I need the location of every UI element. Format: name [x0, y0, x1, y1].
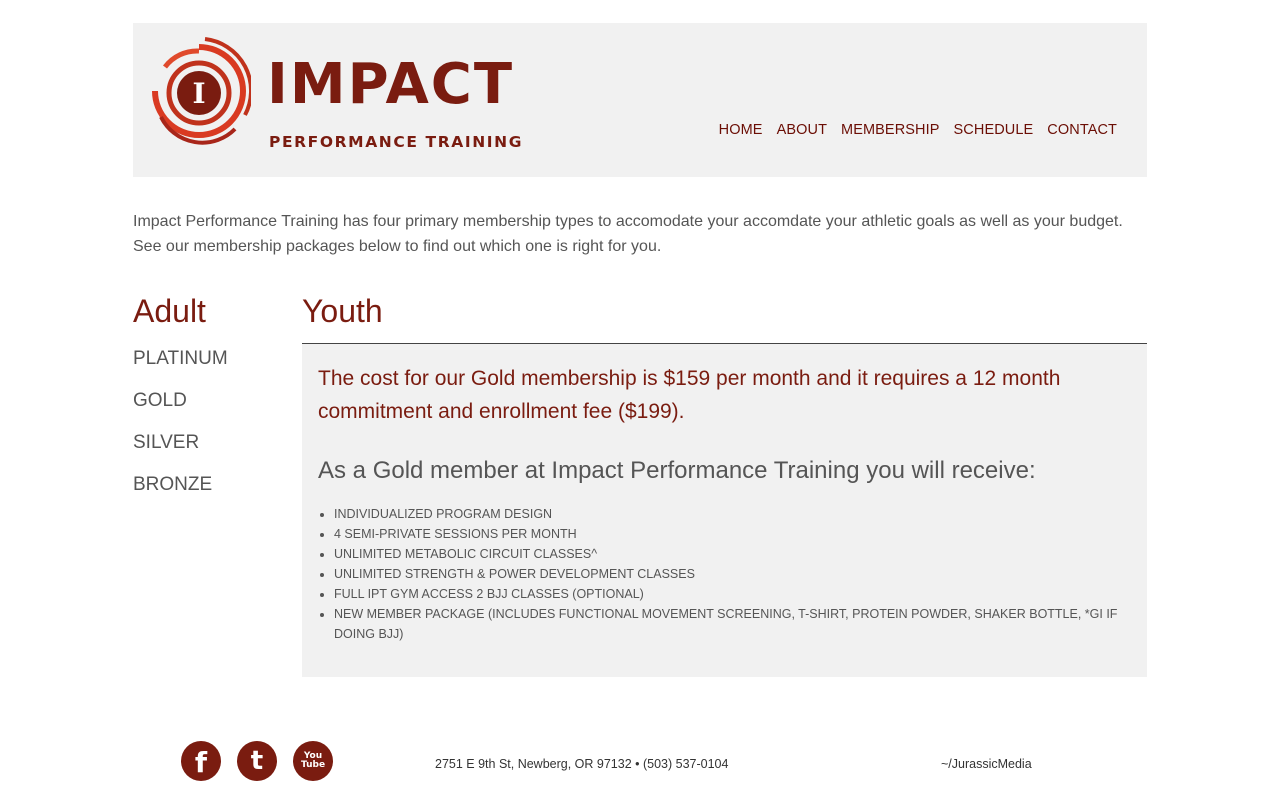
twitter-icon[interactable]: t — [237, 741, 277, 781]
benefit-item: UNLIMITED METABOLIC CIRCUIT CLASSES^ — [334, 544, 1131, 564]
facebook-icon[interactable]: f — [181, 741, 221, 781]
intro-text: Impact Performance Training has four pri… — [133, 209, 1147, 259]
main-nav: HOME ABOUT MEMBERSHIP SCHEDULE CONTACT — [719, 122, 1117, 138]
benefit-item: NEW MEMBER PACKAGE (INCLUDES FUNCTIONAL … — [334, 604, 1131, 644]
membership-details-panel: The cost for our Gold membership is $159… — [302, 344, 1147, 677]
youtube-glyph: You Tube — [300, 751, 326, 770]
site-header: I IMPACT PERFORMANCE TRAINING HOME ABOUT… — [133, 23, 1147, 177]
tier-silver[interactable]: SILVER — [133, 431, 228, 473]
logo-mark-icon: I — [152, 37, 251, 145]
intro-line-2: See our membership packages below to fin… — [133, 238, 662, 255]
benefit-item: INDIVIDUALIZED PROGRAM DESIGN — [334, 504, 1131, 524]
twitter-glyph: t — [250, 746, 264, 776]
logo[interactable]: I IMPACT PERFORMANCE TRAINING — [147, 37, 557, 157]
tier-platinum[interactable]: PLATINUM — [133, 347, 228, 389]
logo-title: IMPACT — [267, 52, 515, 117]
facebook-glyph: f — [194, 746, 208, 779]
footer-address: 2751 E 9th St, Newberg, OR 97132 • (503)… — [435, 757, 729, 771]
youtube-icon[interactable]: You Tube — [293, 741, 333, 781]
tier-gold[interactable]: GOLD — [133, 389, 228, 431]
nav-contact[interactable]: CONTACT — [1047, 122, 1117, 138]
membership-cost: The cost for our Gold membership is $159… — [318, 367, 1061, 423]
nav-home[interactable]: HOME — [719, 122, 763, 138]
benefit-item: FULL IPT GYM ACCESS 2 BJJ CLASSES (OPTIO… — [334, 584, 1131, 604]
benefits-list: INDIVIDUALIZED PROGRAM DESIGN 4 SEMI-PRI… — [318, 504, 1131, 644]
tab-youth[interactable]: Youth — [302, 291, 383, 331]
tier-list: PLATINUM GOLD SILVER BRONZE — [133, 347, 228, 515]
nav-about[interactable]: ABOUT — [777, 122, 827, 138]
social-links: f t You Tube — [181, 741, 333, 781]
benefit-item: 4 SEMI-PRIVATE SESSIONS PER MONTH — [334, 524, 1131, 544]
nav-schedule[interactable]: SCHEDULE — [954, 122, 1034, 138]
logo-tagline: PERFORMANCE TRAINING — [269, 133, 524, 151]
logo-mark-letter: I — [192, 77, 205, 110]
benefit-item: UNLIMITED STRENGTH & POWER DEVELOPMENT C… — [334, 564, 1131, 584]
intro-line-1: Impact Performance Training has four pri… — [133, 213, 1123, 230]
tier-bronze[interactable]: BRONZE — [133, 473, 228, 515]
nav-membership[interactable]: MEMBERSHIP — [841, 122, 940, 138]
benefits-title: As a Gold member at Impact Performance T… — [318, 457, 1036, 484]
footer-credit[interactable]: ~/JurassicMedia — [941, 756, 1032, 772]
tab-adult[interactable]: Adult — [133, 291, 206, 331]
